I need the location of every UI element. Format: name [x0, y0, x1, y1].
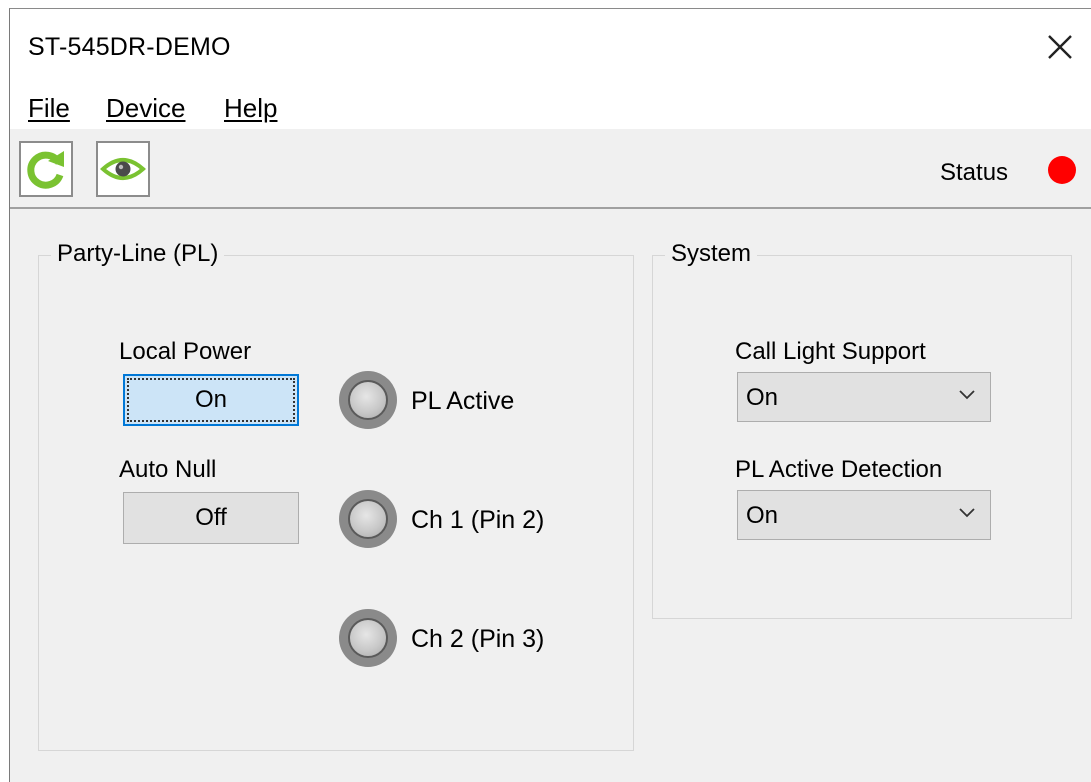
- window-title: ST-545DR-DEMO: [28, 33, 231, 61]
- refresh-button[interactable]: [19, 141, 73, 197]
- status-label: Status: [940, 159, 1009, 186]
- local-power-value: On: [194, 386, 227, 413]
- local-power-button[interactable]: On: [123, 374, 299, 426]
- party-line-group: Party-Line (PL) Local Power On Auto Null…: [38, 240, 634, 751]
- auto-null-value: Off: [195, 504, 227, 531]
- party-line-group-title: Party-Line (PL): [51, 240, 225, 268]
- app-window: ST-545DR-DEMO File Device Help Status Pa…: [9, 8, 1091, 782]
- toolbar: Status: [10, 129, 1091, 209]
- system-group: System Call Light Support On PL Active D…: [652, 240, 1072, 619]
- eye-icon: [100, 158, 146, 180]
- monitor-button[interactable]: [96, 141, 150, 197]
- menu-device-label: Device: [106, 93, 186, 123]
- system-group-title: System: [665, 240, 758, 268]
- status-indicator: [1048, 156, 1076, 184]
- ch1-led: [339, 490, 397, 548]
- refresh-icon: [27, 151, 64, 189]
- call-light-select[interactable]: On: [737, 372, 991, 422]
- local-power-label: Local Power: [119, 338, 252, 365]
- title-bar: ST-545DR-DEMO: [10, 9, 1091, 85]
- pl-active-detection-label: PL Active Detection: [735, 456, 943, 483]
- chevron-down-icon: [959, 508, 975, 518]
- ch2-label: Ch 2 (Pin 3): [411, 625, 545, 653]
- call-light-label: Call Light Support: [735, 338, 926, 365]
- ch1-label: Ch 1 (Pin 2): [411, 506, 545, 534]
- menu-file-label: File: [28, 93, 70, 123]
- menu-file[interactable]: File: [28, 93, 70, 124]
- pl-active-led: [339, 371, 397, 429]
- close-button[interactable]: [1040, 27, 1080, 67]
- menu-help-label: Help: [224, 93, 278, 123]
- close-icon: [1048, 35, 1072, 59]
- pl-active-detection-value: On: [746, 502, 779, 529]
- menu-help[interactable]: Help: [224, 93, 277, 124]
- chevron-down-icon: [959, 390, 975, 400]
- auto-null-label: Auto Null: [119, 456, 217, 483]
- pl-active-detection-select[interactable]: On: [737, 490, 991, 540]
- pl-active-label: PL Active: [411, 387, 515, 415]
- menu-device[interactable]: Device: [106, 93, 185, 124]
- call-light-value: On: [746, 384, 779, 411]
- menu-bar: File Device Help: [10, 85, 1091, 129]
- auto-null-button[interactable]: Off: [123, 492, 299, 544]
- ch2-led: [339, 609, 397, 667]
